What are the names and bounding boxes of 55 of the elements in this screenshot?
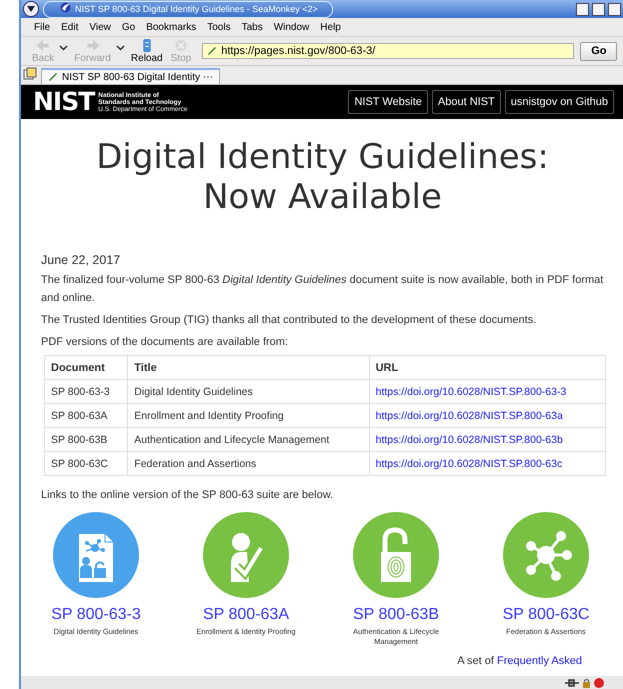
- window-menu-button[interactable]: [23, 1, 39, 17]
- menu-item[interactable]: Tabs: [238, 22, 271, 32]
- window-title: NIST SP 800-63 Digital Identity Guidelines - SeaMonkey <2>: [75, 4, 318, 14]
- card-link[interactable]: SP 800-63-3: [51, 606, 141, 624]
- menu-item[interactable]: Edit: [58, 22, 86, 32]
- faq-text: A set of: [457, 655, 495, 667]
- menu-item[interactable]: File: [31, 22, 58, 32]
- table-cell: SP 800-63C: [44, 452, 128, 476]
- person-check-icon[interactable]: [231, 533, 264, 582]
- column-header: Title: [128, 356, 370, 380]
- column-header: Document: [44, 356, 128, 380]
- paragraph: The finalized four-volume SP 800-63 Digital Identity Guidelines document suite is now available, both in PDF format and online.: [41, 273, 604, 306]
- nav-link[interactable]: NIST Website: [348, 90, 428, 114]
- table-cell: SP 800-63B: [44, 428, 128, 452]
- faq-link[interactable]: Frequently Asked: [497, 655, 582, 667]
- network-icon[interactable]: [526, 531, 572, 581]
- reload-button[interactable]: Reload: [128, 38, 166, 64]
- menu-item[interactable]: Tools: [204, 22, 239, 32]
- padlock-icon[interactable]: [381, 528, 411, 582]
- table-cell: SP 800-63A: [44, 404, 128, 428]
- document-icon[interactable]: [79, 534, 114, 582]
- paragraph: PDF versions of the documents are available from:: [41, 335, 290, 350]
- table-cell: SP 800-63-3: [44, 380, 128, 404]
- table-cell: Federation and Assertions: [128, 452, 370, 476]
- table-cell: Digital Identity Guidelines: [128, 380, 370, 404]
- caret-icon[interactable]: [27, 6, 35, 12]
- minimize-button[interactable]: [576, 2, 589, 16]
- menu-item[interactable]: Bookmarks: [143, 22, 204, 32]
- close-button[interactable]: [608, 2, 621, 16]
- card-link[interactable]: SP 800-63A: [203, 606, 289, 624]
- nist-logo: NIST: [33, 90, 94, 114]
- publication-date: June 22, 2017: [41, 252, 122, 269]
- site-icon: [48, 70, 58, 84]
- site-icon: [207, 44, 218, 58]
- paragraph: Links to the online version of the SP 800-63 suite are below.: [41, 488, 334, 503]
- plug-icon: [565, 678, 579, 686]
- nav-link[interactable]: About NIST: [432, 90, 501, 114]
- table-cell: Authentication and Lifecycle Management: [128, 428, 370, 452]
- go-button[interactable]: Go: [580, 42, 618, 60]
- table-cell: Enrollment and Identity Proofing: [128, 404, 370, 428]
- browser-tab[interactable]: NIST SP 800-63 Digital Identity ⋯: [41, 68, 220, 84]
- card-link[interactable]: SP 800-63B: [353, 606, 439, 624]
- lock-icon: [582, 678, 591, 688]
- address-field[interactable]: https://pages.nist.gov/800-63-3/: [202, 43, 574, 59]
- card-link[interactable]: SP 800-63C: [502, 606, 590, 624]
- column-header: URL: [369, 356, 606, 380]
- menu-item[interactable]: Window: [270, 22, 318, 32]
- menu-item[interactable]: Help: [317, 22, 349, 32]
- paragraph: The Trusted Identities Group (TIG) thanks all that contributed to the development of these documents.: [41, 313, 538, 328]
- page-heading: Digital Identity Guidelines: Now Available: [95, 137, 550, 217]
- maximize-button[interactable]: [592, 2, 605, 16]
- menu-item[interactable]: View: [86, 22, 119, 32]
- nav-link[interactable]: usnistgov on Github: [504, 90, 614, 114]
- ad-blocker-icon[interactable]: [594, 678, 604, 688]
- menu-item[interactable]: Go: [118, 22, 144, 32]
